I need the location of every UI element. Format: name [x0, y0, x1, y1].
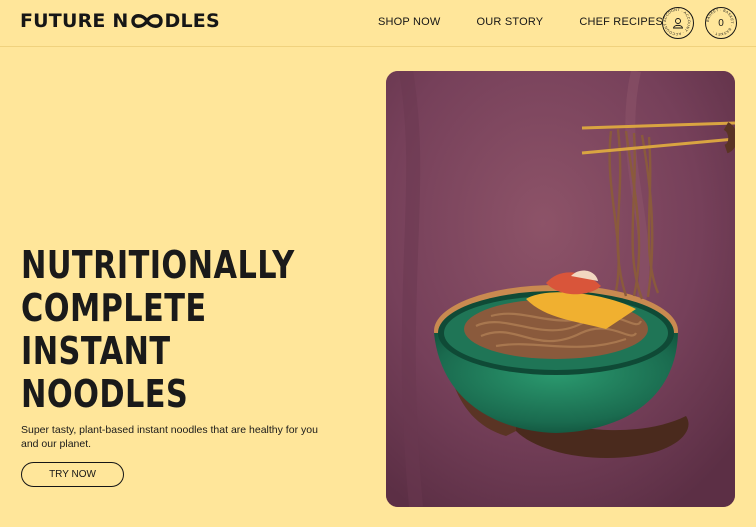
headline-line: COMPLETE: [21, 286, 207, 330]
hero-headline: NUTRITIONALLY COMPLETE INSTANT NOODLES: [21, 244, 295, 416]
hero-noodle-photo: [386, 71, 735, 507]
nav-chef-recipes[interactable]: CHEF RECIPES: [579, 16, 663, 28]
noodle-bowl-illustration: [386, 71, 735, 507]
svg-text:ACCOUNT · ACCOUNT · ACCOUNT ·: ACCOUNT · ACCOUNT · ACCOUNT ·: [662, 7, 691, 36]
svg-text:BASKET · BASKET · BASKET ·: BASKET · BASKET · BASKET ·: [706, 8, 734, 36]
nav-our-story[interactable]: OUR STORY: [477, 16, 544, 28]
headline-line: NUTRITIONALLY: [21, 243, 295, 287]
account-ring-text: ACCOUNT · ACCOUNT · ACCOUNT ·: [662, 7, 691, 36]
logo-text-end: DLES: [164, 10, 220, 32]
site-header: FUTURE N DLES SHOP NOW OUR STORY CHEF RE…: [0, 0, 756, 47]
headline-line: NOODLES: [21, 372, 189, 416]
basket-button[interactable]: BASKET · BASKET · BASKET · 0: [705, 7, 737, 39]
main-nav: SHOP NOW OUR STORY CHEF RECIPES: [378, 16, 699, 28]
hero-subtext: Super tasty, plant-based instant noodles…: [21, 424, 318, 450]
infinity-logo-icon: [130, 14, 163, 28]
try-now-button[interactable]: TRY NOW: [21, 462, 124, 487]
account-button[interactable]: ACCOUNT · ACCOUNT · ACCOUNT ·: [662, 7, 694, 39]
headline-line: INSTANT: [21, 329, 171, 373]
nav-shop-now[interactable]: SHOP NOW: [378, 16, 441, 28]
basket-ring-text: BASKET · BASKET · BASKET ·: [706, 8, 734, 36]
brand-logo[interactable]: FUTURE N DLES: [20, 10, 220, 32]
logo-text-start: FUTURE N: [20, 10, 129, 32]
